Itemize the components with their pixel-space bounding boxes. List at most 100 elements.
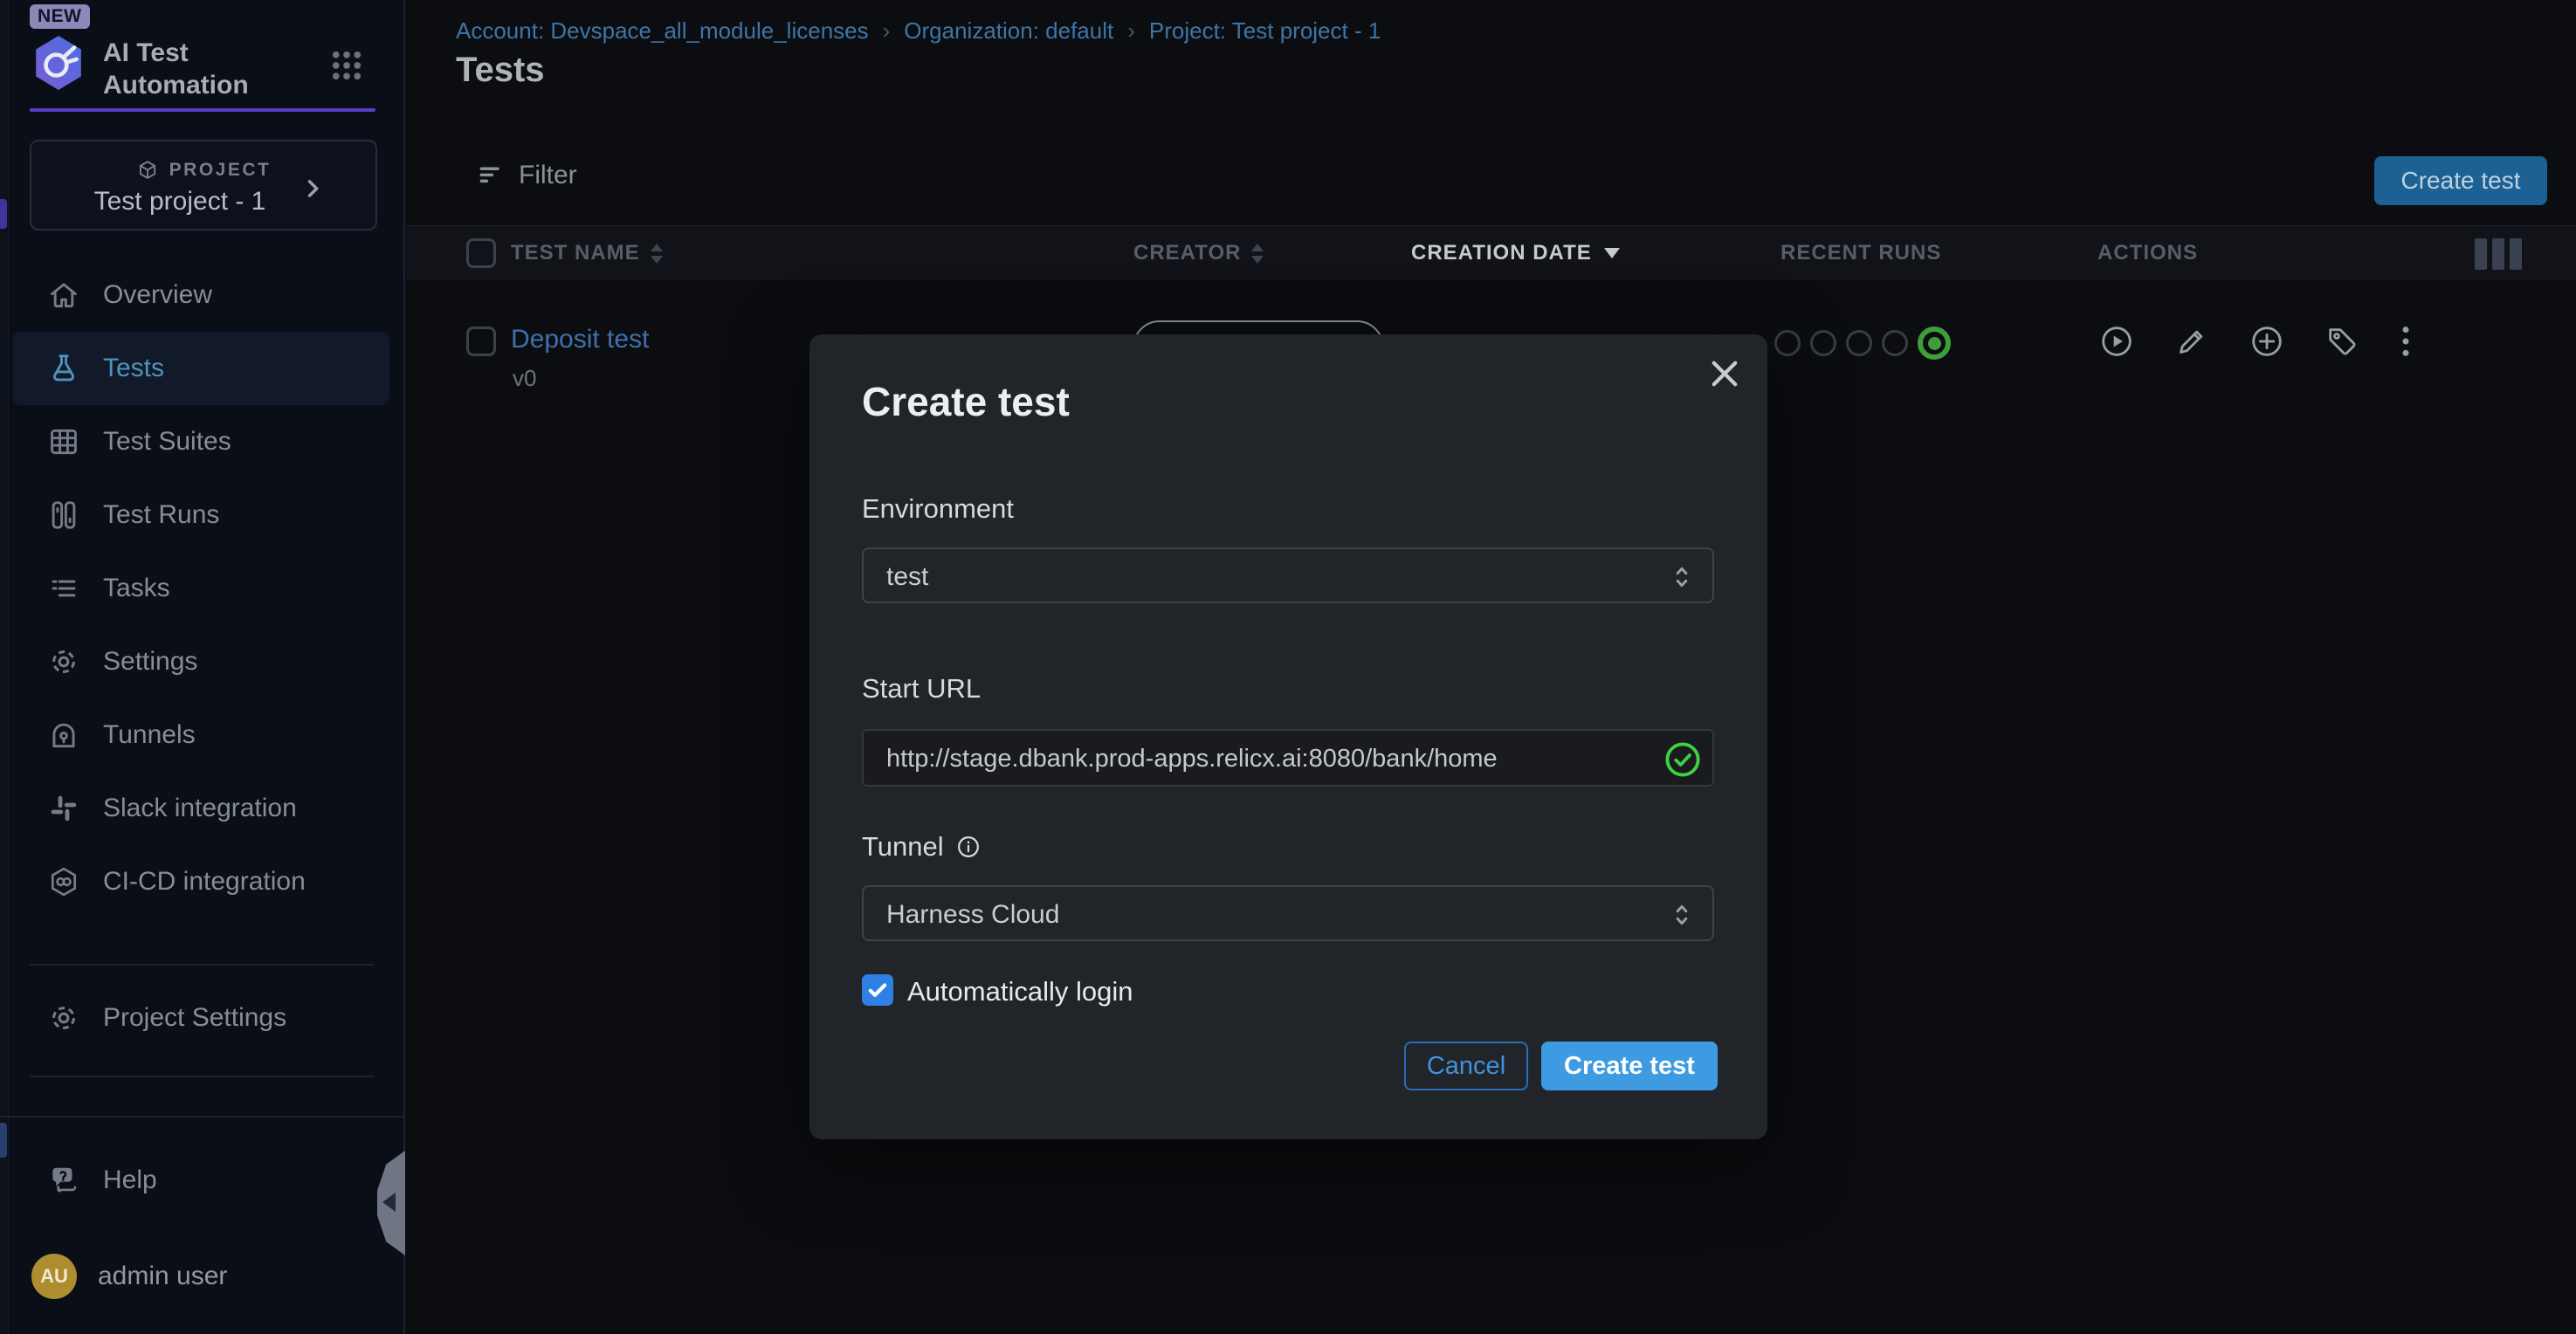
gear-icon — [47, 645, 80, 678]
sort-desc-icon — [1604, 248, 1620, 258]
info-icon[interactable] — [956, 835, 981, 859]
sidebar-item-tasks[interactable]: Tasks — [12, 552, 389, 625]
project-label: PROJECT — [169, 160, 272, 181]
select-chevrons-icon — [1669, 900, 1695, 930]
module-rail — [0, 0, 9, 1334]
app-switcher-grid-icon[interactable] — [328, 47, 365, 84]
filter-icon — [477, 162, 505, 189]
breadcrumb: Account: Devspace_all_module_licenses › … — [456, 17, 1381, 45]
auto-login-checkbox[interactable] — [862, 974, 893, 1006]
run-dot-empty[interactable] — [1774, 330, 1801, 356]
sort-icons — [651, 244, 663, 264]
columns-cards-icon — [47, 499, 80, 532]
sidebar-item-label: Help — [103, 1166, 157, 1195]
sidebar-item-settings[interactable]: Settings — [12, 625, 389, 698]
sidebar-item-label: Tests — [103, 354, 164, 383]
environment-select[interactable]: test — [862, 547, 1714, 603]
test-version: v0 — [513, 365, 536, 392]
create-test-modal: Create test Environment test Start URL h… — [809, 334, 1767, 1139]
modal-create-test-button[interactable]: Create test — [1541, 1042, 1718, 1090]
breadcrumb-separator: › — [883, 17, 891, 45]
sidebar: NEW AI Test Automation — [0, 0, 405, 1334]
sidebar-item-help[interactable]: Help — [12, 1144, 389, 1217]
start-url-input[interactable]: http://stage.dbank.prod-apps.relicx.ai:8… — [862, 729, 1714, 787]
row-checkbox[interactable] — [466, 327, 496, 356]
edit-pencil-icon[interactable] — [2174, 324, 2209, 359]
sidebar-item-tests[interactable]: Tests — [12, 332, 389, 405]
close-icon[interactable] — [1706, 355, 1743, 392]
flask-icon — [47, 352, 80, 385]
sidebar-item-test-runs[interactable]: Test Runs — [12, 478, 389, 552]
auto-login-label: Automatically login — [907, 976, 1133, 1007]
sort-icons — [1251, 244, 1264, 264]
table-header: TEST NAME CREATOR CREATION DATE RECENT R… — [407, 225, 2576, 279]
sidebar-item-label: CI-CD integration — [103, 867, 306, 897]
tunnel-label: Tunnel — [862, 831, 981, 863]
breadcrumb-project[interactable]: Project: Test project - 1 — [1149, 17, 1381, 45]
recent-runs — [1774, 327, 1951, 360]
sidebar-bottom-rule — [0, 1116, 403, 1117]
brand-divider — [30, 108, 375, 112]
sidebar-nav: Overview Tests Test Suites — [12, 258, 389, 918]
filter-button[interactable]: Filter — [477, 161, 577, 190]
kebab-menu-icon[interactable] — [2400, 324, 2412, 359]
sidebar-item-project-settings[interactable]: Project Settings — [12, 981, 389, 1055]
modal-title: Create test — [862, 378, 1070, 425]
user-name: admin user — [98, 1262, 227, 1291]
column-settings-icon[interactable] — [2475, 238, 2522, 270]
sidebar-item-label: Test Runs — [103, 500, 219, 530]
column-creation-date[interactable]: CREATION DATE — [1411, 226, 1620, 280]
tunnel-icon — [47, 719, 80, 752]
sidebar-item-overview[interactable]: Overview — [12, 258, 389, 332]
cancel-button[interactable]: Cancel — [1404, 1042, 1528, 1090]
start-url-value: http://stage.dbank.prod-apps.relicx.ai:8… — [886, 745, 1498, 774]
sidebar-item-label: Tunnels — [103, 720, 196, 750]
project-selector[interactable]: PROJECT Test project - 1 — [30, 140, 377, 230]
column-creator[interactable]: CREATOR — [1133, 226, 1264, 280]
play-icon[interactable] — [2099, 324, 2134, 359]
sidebar-item-label: Slack integration — [103, 794, 297, 823]
tag-icon[interactable] — [2325, 324, 2359, 359]
home-icon — [47, 278, 80, 312]
breadcrumb-account[interactable]: Account: Devspace_all_module_licenses — [456, 17, 869, 45]
cicd-link-icon — [47, 865, 80, 898]
app-logo-icon — [31, 33, 86, 93]
test-name-link[interactable]: Deposit test — [511, 325, 649, 354]
tunnel-select[interactable]: Harness Cloud — [862, 885, 1714, 941]
sidebar-item-label: Settings — [103, 647, 197, 677]
sidebar-divider — [30, 1076, 374, 1077]
create-test-button[interactable]: Create test — [2374, 156, 2547, 205]
breadcrumb-organization[interactable]: Organization: default — [904, 17, 1113, 45]
filter-label: Filter — [519, 161, 577, 190]
tunnel-value: Harness Cloud — [886, 900, 1059, 930]
rail-accent-purple — [0, 199, 7, 229]
environment-value: test — [886, 562, 928, 592]
help-chat-icon — [47, 1164, 80, 1197]
grid-table-icon — [47, 425, 80, 458]
column-actions: ACTIONS — [2097, 226, 2198, 280]
select-all-checkbox[interactable] — [466, 238, 496, 268]
add-plus-icon[interactable] — [2249, 324, 2284, 359]
new-badge: NEW — [30, 4, 90, 29]
sidebar-item-label: Overview — [103, 280, 212, 310]
slack-icon — [47, 792, 80, 825]
green-check-circle-icon — [1663, 740, 1702, 779]
run-dot-empty[interactable] — [1882, 330, 1908, 356]
run-dot-passed[interactable] — [1918, 327, 1951, 360]
sidebar-item-cicd-integration[interactable]: CI-CD integration — [12, 845, 389, 918]
sidebar-item-tunnels[interactable]: Tunnels — [12, 698, 389, 772]
app-title: AI Test Automation — [103, 37, 313, 101]
user-menu[interactable]: AU admin user — [31, 1254, 227, 1299]
run-dot-empty[interactable] — [1846, 330, 1872, 356]
gear-icon — [47, 1001, 80, 1035]
rail-accent-blue — [0, 1123, 7, 1158]
sidebar-item-slack-integration[interactable]: Slack integration — [12, 772, 389, 845]
sidebar-item-label: Test Suites — [103, 427, 231, 457]
breadcrumb-separator: › — [1127, 17, 1135, 45]
sidebar-item-test-suites[interactable]: Test Suites — [12, 405, 389, 478]
sidebar-divider — [30, 964, 374, 966]
sidebar-item-label: Tasks — [103, 574, 170, 603]
column-test-name[interactable]: TEST NAME — [511, 226, 663, 280]
run-dot-empty[interactable] — [1810, 330, 1836, 356]
task-list-icon — [47, 572, 80, 605]
